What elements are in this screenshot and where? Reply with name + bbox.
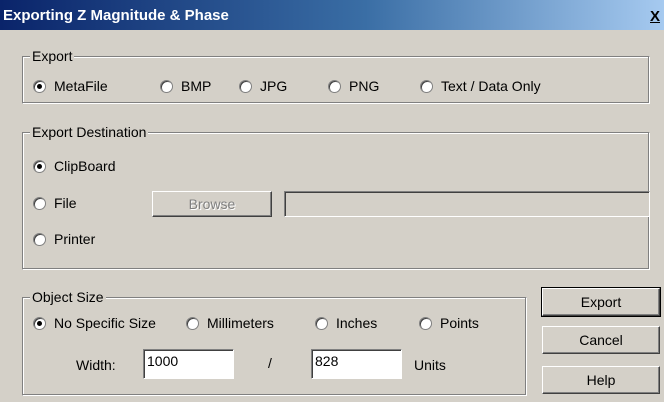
radio-bmp-indicator[interactable] xyxy=(160,79,173,93)
radio-no-specific-size[interactable]: No Specific Size xyxy=(33,314,156,332)
export-button[interactable]: Export xyxy=(541,287,661,317)
file-path-field[interactable] xyxy=(284,191,650,217)
radio-jpg[interactable]: JPG xyxy=(239,77,287,95)
radio-no-specific-size-label: No Specific Size xyxy=(54,315,156,331)
radio-inches[interactable]: Inches xyxy=(315,314,377,332)
cancel-button[interactable]: Cancel xyxy=(542,326,660,354)
height-input[interactable]: 828 xyxy=(311,349,402,379)
radio-printer[interactable]: Printer xyxy=(33,230,95,248)
radio-millimeters-indicator[interactable] xyxy=(186,316,199,330)
radio-printer-indicator[interactable] xyxy=(33,232,46,246)
export-format-legend: Export xyxy=(30,48,75,64)
radio-file[interactable]: File xyxy=(33,194,77,212)
close-icon[interactable]: X xyxy=(650,9,664,24)
radio-text-data-only-indicator[interactable] xyxy=(420,79,433,93)
radio-metafile-label: MetaFile xyxy=(54,78,108,94)
width-label: Width: xyxy=(76,357,116,373)
radio-jpg-indicator[interactable] xyxy=(239,79,252,93)
width-input[interactable]: 1000 xyxy=(143,349,234,379)
radio-text-data-only[interactable]: Text / Data Only xyxy=(420,77,541,95)
radio-inches-indicator[interactable] xyxy=(315,316,328,330)
radio-png[interactable]: PNG xyxy=(328,77,379,95)
radio-text-data-only-label: Text / Data Only xyxy=(441,78,541,94)
units-label: Units xyxy=(414,357,446,373)
radio-millimeters[interactable]: Millimeters xyxy=(186,314,274,332)
radio-millimeters-label: Millimeters xyxy=(207,315,274,331)
radio-png-indicator[interactable] xyxy=(328,79,341,93)
radio-jpg-label: JPG xyxy=(260,78,288,94)
window-title: Exporting Z Magnitude & Phase xyxy=(3,7,229,24)
radio-metafile-indicator[interactable] xyxy=(33,79,46,93)
radio-clipboard-indicator[interactable] xyxy=(33,159,46,173)
size-separator: / xyxy=(268,355,272,371)
radio-bmp[interactable]: BMP xyxy=(160,77,211,95)
object-size-group: Object Size xyxy=(22,289,527,396)
radio-file-indicator[interactable] xyxy=(33,196,46,210)
radio-metafile[interactable]: MetaFile xyxy=(33,77,108,95)
title-bar: Exporting Z Magnitude & Phase X xyxy=(0,0,664,30)
object-size-legend: Object Size xyxy=(30,289,106,305)
radio-points[interactable]: Points xyxy=(419,314,479,332)
radio-png-label: PNG xyxy=(349,78,380,94)
export-destination-legend: Export Destination xyxy=(30,124,149,140)
radio-bmp-label: BMP xyxy=(181,78,212,94)
radio-points-indicator[interactable] xyxy=(419,316,432,330)
radio-clipboard[interactable]: ClipBoard xyxy=(33,157,115,175)
radio-file-label: File xyxy=(54,195,77,211)
radio-inches-label: Inches xyxy=(336,315,378,331)
browse-button[interactable]: Browse xyxy=(152,191,272,217)
help-button[interactable]: Help xyxy=(542,366,660,394)
radio-clipboard-label: ClipBoard xyxy=(54,158,116,174)
radio-no-specific-size-indicator[interactable] xyxy=(33,316,46,330)
radio-printer-label: Printer xyxy=(54,231,96,247)
radio-points-label: Points xyxy=(440,315,479,331)
